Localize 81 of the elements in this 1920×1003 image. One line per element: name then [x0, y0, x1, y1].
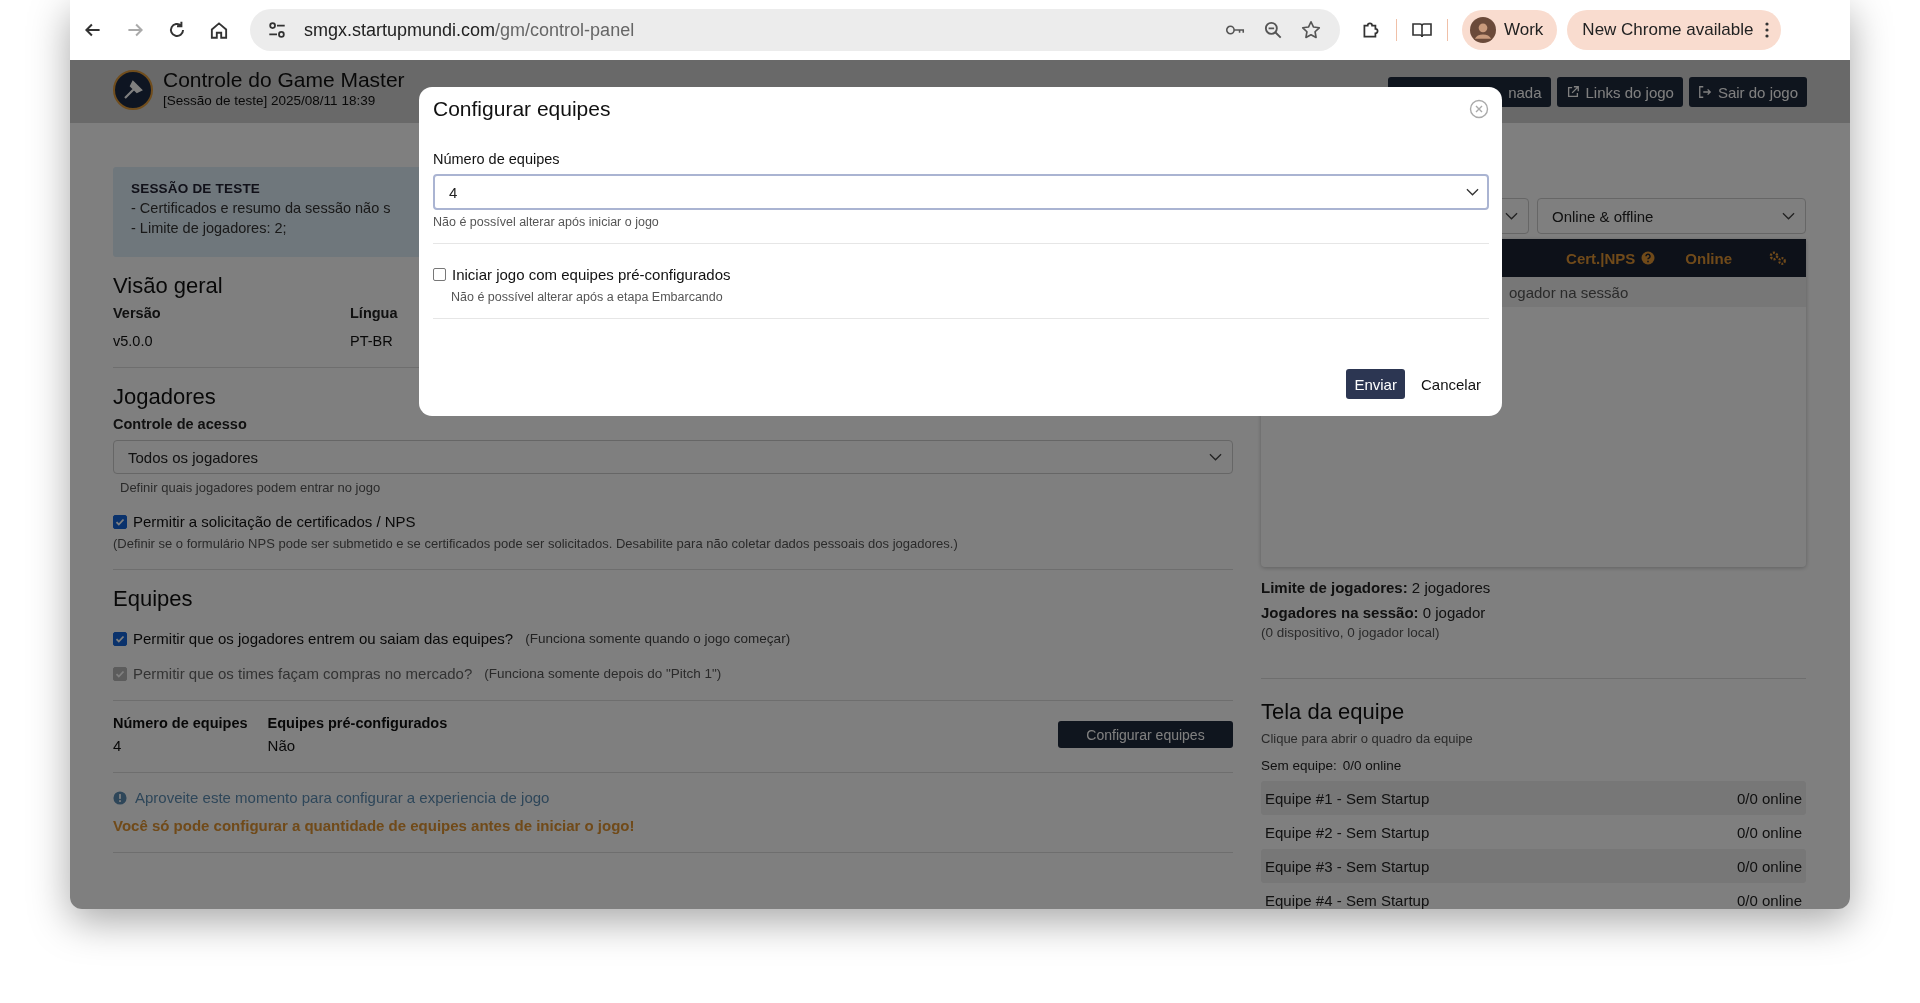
help-icon [1641, 251, 1656, 265]
column-header[interactable]: Cert.|NPS [1566, 249, 1636, 267]
stat-note: (0 dispositivo, 0 jogador local) [1261, 625, 1441, 640]
avatar-icon [1470, 17, 1496, 43]
header-button[interactable]: Sair do jogo [1688, 77, 1807, 107]
field-label: Controle de acesso [113, 416, 248, 432]
section-title: Tela da equipe [1261, 699, 1406, 725]
access-select[interactable]: Todos os jogadores [113, 440, 1233, 474]
field-label: Número de equipes [113, 715, 248, 731]
section-title: Jogadores [113, 384, 216, 410]
modal-title: Configurar equipes [433, 97, 611, 121]
alert-line: - Certificados e resumo da sessão não s [131, 200, 391, 216]
star-icon[interactable] [1300, 19, 1322, 41]
team-name: Equipe #4 - Sem Startup [1265, 891, 1430, 909]
stat-line: Limite de jogadores: 2 jogadores [1261, 579, 1492, 596]
header-button[interactable]: Links do jogo [1556, 77, 1683, 107]
checkbox[interactable] [433, 268, 446, 281]
update-button[interactable]: New Chrome available [1567, 10, 1782, 50]
field-value: Não [267, 737, 297, 754]
chevron-down-icon [1209, 453, 1222, 461]
chevron-down-icon [1505, 212, 1518, 220]
site-settings-icon[interactable] [266, 19, 288, 41]
configure-teams-button[interactable]: Configurar equipes [1058, 721, 1233, 748]
chevron-down-icon [1782, 212, 1795, 220]
team-row[interactable]: Equipe #3 - Sem Startup 0/0 online [1261, 849, 1806, 883]
profile-button[interactable]: Work [1462, 10, 1558, 50]
field-label: Equipes pré-configurados [267, 715, 448, 731]
filter-select[interactable]: Online & offline [1537, 198, 1806, 234]
info-icon [113, 790, 127, 805]
team-count-select[interactable]: 4 [433, 174, 1489, 210]
field-value: 4 [113, 737, 123, 754]
field-label: Língua [350, 305, 399, 321]
section-title: Equipes [113, 586, 193, 612]
section-title: Visão geral [113, 273, 223, 299]
checkbox-label: Permitir a solicitação de certificados / NPS [133, 513, 416, 530]
field-hint: (Definir se o formulário NPS pode ser submetido e se certificados pode ser solicitados. Desabilite para não coletar dados pessoais dos jogadores.) [113, 536, 959, 551]
team-row[interactable]: Equipe #2 - Sem Startup 0/0 online [1261, 815, 1806, 849]
field-value: PT-BR [350, 333, 394, 349]
no-team-count: 0/0 online [1342, 758, 1402, 773]
zoom-icon[interactable] [1262, 19, 1284, 41]
team-row[interactable]: Equipe #1 - Sem Startup 0/0 online [1261, 781, 1806, 815]
submit-button[interactable]: Enviar [1346, 369, 1405, 399]
team-name: Equipe #2 - Sem Startup [1265, 823, 1430, 841]
checkbox-label: Iniciar jogo com equipes pré-configurados [452, 266, 731, 283]
field-value: v5.0.0 [113, 333, 154, 349]
warning-text: Você só pode configurar a quantidade de equipes antes de iniciar o jogo! [113, 817, 636, 834]
page-title: Controle do Game Master [163, 69, 405, 91]
field-label: Versão [113, 305, 162, 321]
team-status: 0/0 online [1736, 891, 1802, 909]
team-status: 0/0 online [1736, 857, 1802, 875]
no-team-label: Sem equipe: [1261, 758, 1337, 773]
url-text: smgx.startupmundi.com/gm/control-panel [304, 19, 635, 41]
external-link-icon [1565, 85, 1580, 99]
section-hint: Clique para abrir o quadro da equipe [1261, 731, 1474, 746]
team-status: 0/0 online [1736, 823, 1802, 841]
team-name: Equipe #1 - Sem Startup [1265, 789, 1430, 807]
session-info: [Sessão de teste] 2025/08/11 18:39 [163, 92, 377, 110]
logo-icon [113, 70, 153, 110]
stat-line: Jogadores na sessão: 0 jogador [1261, 604, 1487, 621]
chevron-down-icon [1466, 188, 1479, 196]
checkbox[interactable] [113, 631, 127, 646]
checkbox-label: Permitir que os times façam compras no mercado? [133, 665, 473, 682]
address-bar[interactable]: smgx.startupmundi.com/gm/control-panel [250, 9, 1340, 51]
column-header[interactable]: Online [1685, 249, 1732, 267]
info-text: Aproveite este momento para configurar a experiencia de jogo [135, 789, 550, 806]
team-name: Equipe #3 - Sem Startup [1265, 857, 1430, 875]
alert-line: - Limite de jogadores: 2; [131, 220, 287, 236]
checkbox[interactable] [113, 514, 127, 529]
field-hint: Definir quais jogadores podem entrar no jogo [119, 480, 382, 495]
exit-icon [1697, 85, 1712, 99]
field-label: Número de equipes [433, 151, 561, 167]
field-hint: Não é possível alterar após iniciar o jogo [433, 215, 660, 229]
gears-icon[interactable] [1768, 250, 1788, 266]
team-status: 0/0 online [1736, 789, 1802, 807]
team-row[interactable]: Equipe #4 - Sem Startup 0/0 online [1261, 883, 1806, 909]
more-icon [1765, 22, 1770, 38]
alert-title: SESSÃO DE TESTE [131, 181, 261, 196]
field-hint: Não é possível alterar após a etapa Embarcando [450, 290, 724, 304]
checkbox-label: Permitir que os jogadores entrem ou saiam das equipes? [133, 630, 514, 647]
option-note: (Funciona somente depois do "Pitch 1") [484, 666, 722, 681]
option-note: (Funciona somente quando o jogo começar) [525, 631, 791, 646]
